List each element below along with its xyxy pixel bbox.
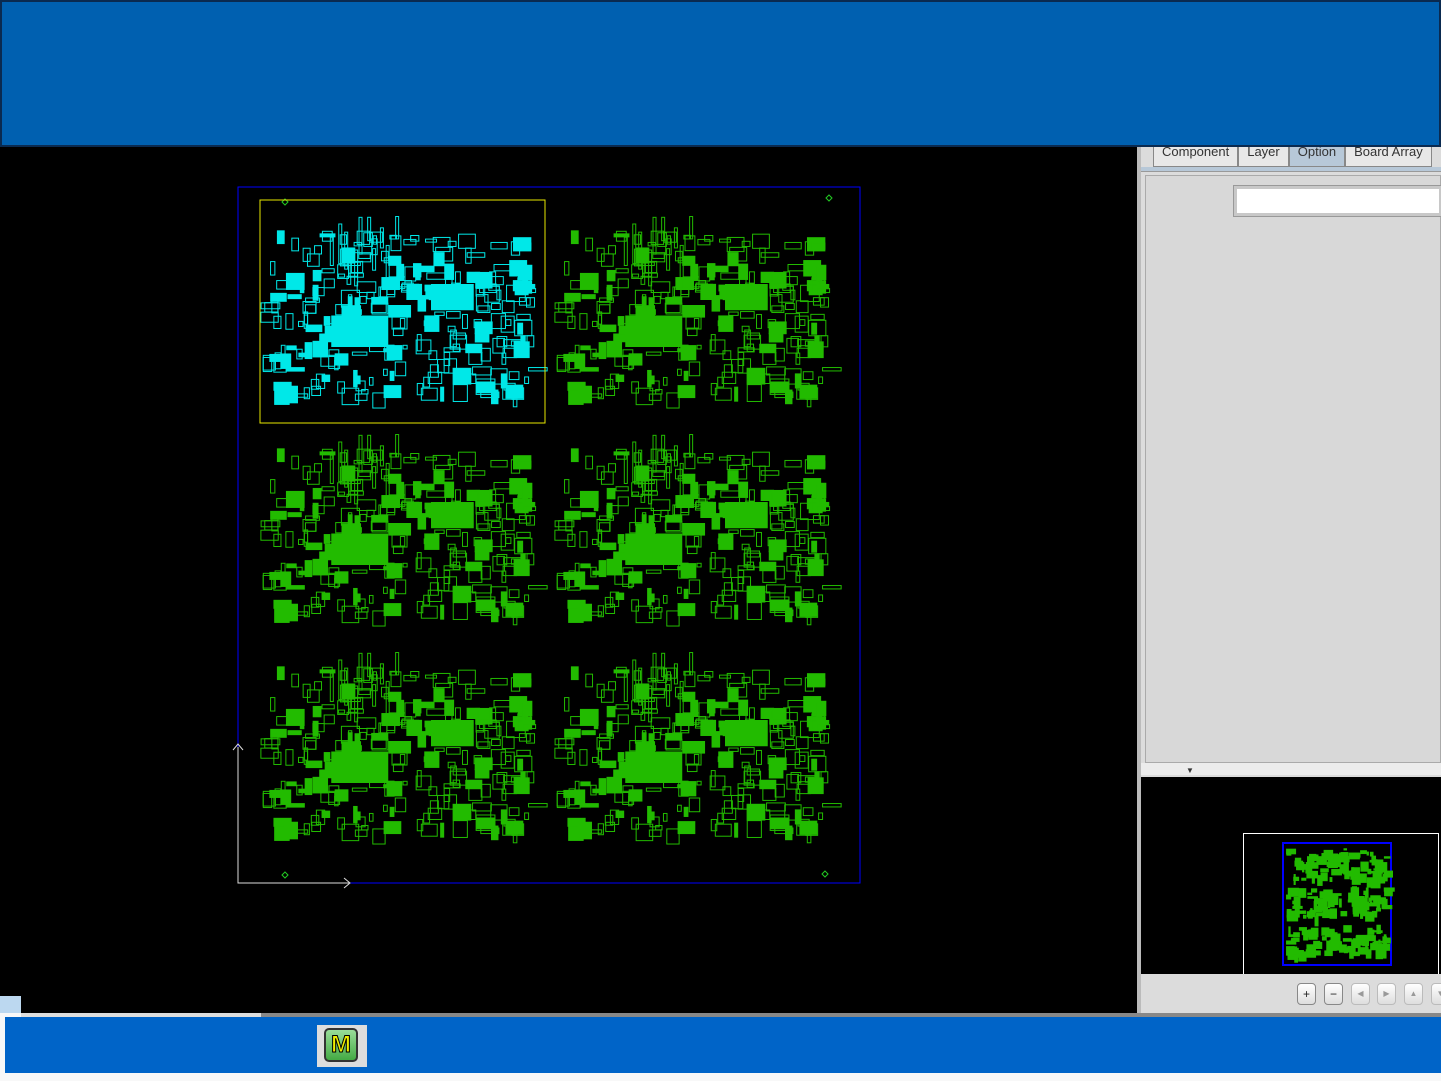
zoom-in-button[interactable]: + <box>1297 983 1316 1005</box>
tab-option[interactable]: Option <box>1288 147 1346 167</box>
tab-underline <box>1141 167 1441 172</box>
board-5[interactable] <box>260 652 548 845</box>
overview-viewport[interactable] <box>1243 833 1439 974</box>
tab-layer[interactable]: Layer <box>1238 147 1289 167</box>
pan-down-button[interactable]: ▼ <box>1431 983 1441 1005</box>
pan-right-button[interactable]: ▶ <box>1377 983 1396 1005</box>
fiducial-icon <box>821 870 829 878</box>
board-1[interactable] <box>260 216 548 409</box>
zoom-out-button[interactable]: − <box>1324 983 1343 1005</box>
title-bar <box>0 0 1441 147</box>
pan-up-button[interactable]: ▲ <box>1404 983 1423 1005</box>
overview-map[interactable] <box>1141 777 1441 974</box>
panel-tabs: Component Layer Option Board Array <box>1153 147 1432 167</box>
overview-buttons: + − ◀ ▶ ▲ ▼ <box>1141 975 1441 1013</box>
option-content <box>1145 175 1441 763</box>
fiducial-icon <box>825 194 833 202</box>
board-6[interactable] <box>554 652 842 845</box>
board-4[interactable] <box>554 434 842 627</box>
board-2[interactable] <box>554 216 842 409</box>
side-panel: Component Layer Option Board Array ▼ + −… <box>1137 147 1441 1013</box>
fiducial-icon <box>281 871 289 879</box>
tab-board-array[interactable]: Board Array <box>1345 147 1432 167</box>
corner <box>0 996 21 1013</box>
overview-drawing <box>1282 842 1395 966</box>
board-3[interactable] <box>260 434 548 627</box>
pcb-canvas[interactable] <box>21 147 1137 1013</box>
splitter[interactable]: ▼ <box>1141 763 1441 775</box>
pan-left-button[interactable]: ◀ <box>1351 983 1370 1005</box>
pcb-drawing[interactable] <box>21 147 1137 1013</box>
taskbar-app-button[interactable]: M <box>317 1025 367 1067</box>
tab-component[interactable]: Component <box>1153 147 1239 167</box>
taskbar-band <box>5 1017 1441 1073</box>
taskbar <box>0 1013 1441 1081</box>
option-input[interactable] <box>1233 185 1441 217</box>
collapse-arrow-icon[interactable]: ▼ <box>1186 766 1194 775</box>
left-edge <box>0 147 22 997</box>
app-m-icon: M <box>324 1028 358 1062</box>
